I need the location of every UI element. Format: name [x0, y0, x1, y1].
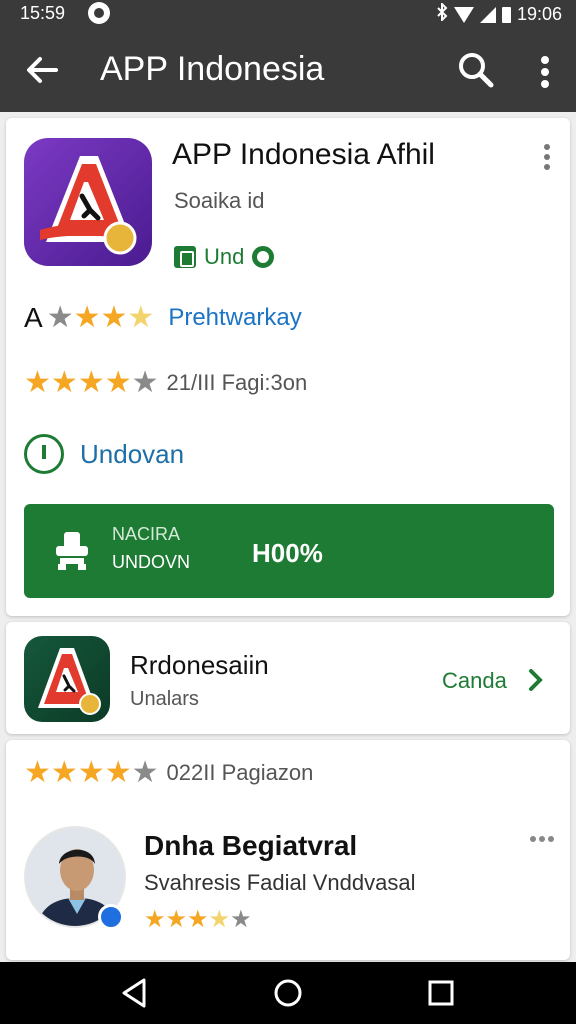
install-line2: UNDOVN — [112, 552, 191, 572]
star-icon: ★ — [230, 906, 252, 933]
search-icon[interactable] — [456, 50, 496, 90]
rating-lead: A — [24, 302, 43, 333]
more-vert-icon[interactable] — [528, 52, 562, 92]
developer-name[interactable]: Soaika id — [174, 188, 265, 214]
rating-link[interactable]: Prehtwarkay — [168, 304, 301, 332]
star-icon: ★ — [77, 366, 105, 399]
related-app-card[interactable]: Rrdonesaiin Unalars Canda — [6, 622, 570, 734]
status-time-left: 15:59 — [20, 3, 66, 23]
install-button[interactable]: NACIRA UNDOVN H00% — [24, 504, 554, 598]
star-icon: ★ — [165, 906, 188, 933]
reviewer-name: Dnha Begiatvral — [144, 830, 358, 861]
nav-home-icon[interactable] — [271, 976, 305, 1010]
download-label: Undovan — [80, 438, 185, 469]
star-icon: ★ — [50, 756, 78, 789]
system-nav-bar — [0, 962, 576, 1024]
star-icon: ★ — [104, 756, 132, 789]
nav-recents-icon[interactable] — [424, 976, 458, 1010]
badge-label: Und — [204, 244, 245, 269]
verified-icon — [252, 246, 275, 268]
star-icon: ★ — [100, 301, 128, 334]
star-icon: ★ — [50, 366, 78, 399]
reviewer-rating: ★ ★ ★ ★ ★ — [144, 908, 252, 932]
reviewer-subtitle: Svahresis Fadial Vnddvasal — [144, 870, 416, 895]
chevron-right-icon[interactable] — [528, 668, 544, 692]
rating-row-primary: A ★ ★ ★ ★ Prehtwarkay — [24, 302, 302, 334]
status-time-right: 19:06 — [516, 4, 562, 24]
card-more-icon[interactable] — [544, 144, 552, 170]
verified-badge-icon — [98, 904, 124, 930]
rating-count: 21/III Fagi:3on — [166, 370, 308, 395]
install-icon — [54, 530, 90, 570]
battery-icon — [501, 6, 511, 23]
download-icon — [24, 434, 64, 474]
related-app-subtitle: Unalars — [130, 688, 199, 710]
review-count: 022II Pagiazon — [166, 760, 314, 785]
star-icon: ★ — [24, 366, 51, 399]
star-icon: ★ — [131, 756, 159, 789]
app-logo-icon[interactable] — [24, 138, 152, 266]
notification-icon — [88, 2, 110, 24]
star-icon: ★ — [46, 301, 74, 334]
star-icon: ★ — [77, 756, 105, 789]
star-icon: ★ — [208, 906, 231, 933]
related-app-action[interactable]: Canda — [442, 668, 507, 694]
app-title: APP Indonesia Afhil — [172, 138, 435, 171]
review-more-icon[interactable] — [530, 836, 554, 842]
app-bar: APP Indonesia — [0, 28, 576, 112]
app-detail-card: APP Indonesia Afhil Soaika id Und A ★ ★ … — [6, 118, 570, 616]
install-progress: H00% — [252, 538, 323, 568]
star-icon: ★ — [104, 366, 132, 399]
star-icon: ★ — [127, 301, 155, 334]
bluetooth-icon — [436, 1, 448, 26]
download-link[interactable]: Undovan — [24, 434, 184, 474]
back-arrow-icon[interactable] — [22, 50, 62, 90]
status-icons: 19:06 — [436, 1, 562, 26]
star-icon: ★ — [187, 906, 209, 933]
app-bar-title: APP Indonesia — [100, 50, 325, 88]
star-icon: ★ — [131, 366, 159, 399]
related-app-title: Rrdonesaiin — [130, 650, 269, 680]
star-icon: ★ — [144, 906, 166, 933]
wifi-icon — [453, 6, 474, 23]
install-line1: NACIRA — [112, 524, 181, 544]
status-bar: 15:59 19:06 — [0, 0, 576, 28]
star-icon: ★ — [73, 301, 101, 334]
review-card: ★ ★ ★ ★ ★ 022II Pagiazon Dnha Begiatvral… — [6, 740, 570, 960]
review-rating-row: ★ ★ ★ ★ ★ 022II Pagiazon — [24, 758, 313, 788]
nav-back-icon[interactable] — [118, 976, 152, 1010]
signal-icon — [479, 6, 496, 23]
badge-icon — [174, 246, 196, 268]
related-app-logo-icon — [24, 636, 110, 722]
star-icon: ★ — [24, 756, 51, 789]
rating-row-secondary: ★ ★ ★ ★ ★ 21/III Fagi:3on — [24, 368, 307, 398]
install-badge: Und — [174, 244, 275, 270]
